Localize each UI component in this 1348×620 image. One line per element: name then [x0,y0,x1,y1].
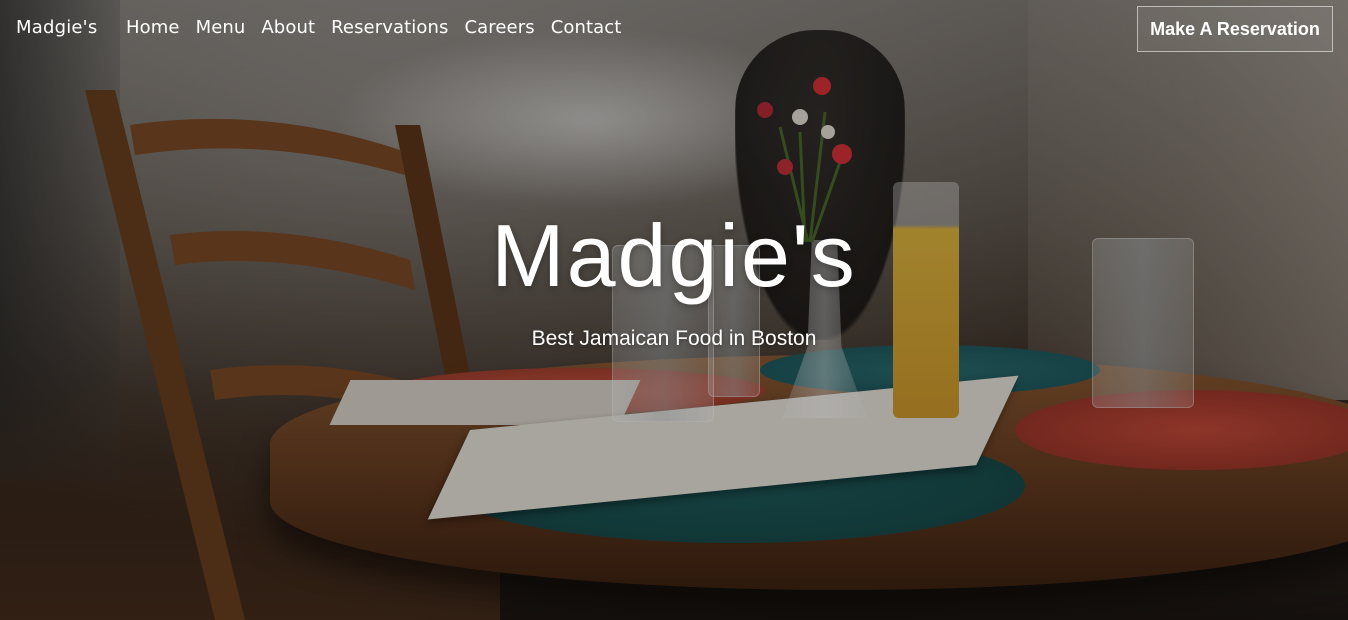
top-navbar: Madgie's Home Menu About Reservations Ca… [0,0,1348,58]
nav-link-home[interactable]: Home [126,17,180,38]
hero-subtitle: Best Jamaican Food in Boston [531,327,817,350]
hero-section: Madgie's Home Menu About Reservations Ca… [0,0,1348,620]
hero-title: Madgie's [491,206,857,305]
nav-link-about[interactable]: About [261,17,315,38]
nav-link-reservations[interactable]: Reservations [331,17,448,38]
nav-link-menu[interactable]: Menu [196,17,246,38]
dark-overlay [0,0,1348,620]
nav-link-contact[interactable]: Contact [551,17,622,38]
brand-logo-link[interactable]: Madgie's [16,17,97,38]
nav-link-careers[interactable]: Careers [464,17,534,38]
make-reservation-button[interactable]: Make A Reservation [1137,6,1333,52]
nav-links: Home Menu About Reservations Careers Con… [126,17,637,38]
